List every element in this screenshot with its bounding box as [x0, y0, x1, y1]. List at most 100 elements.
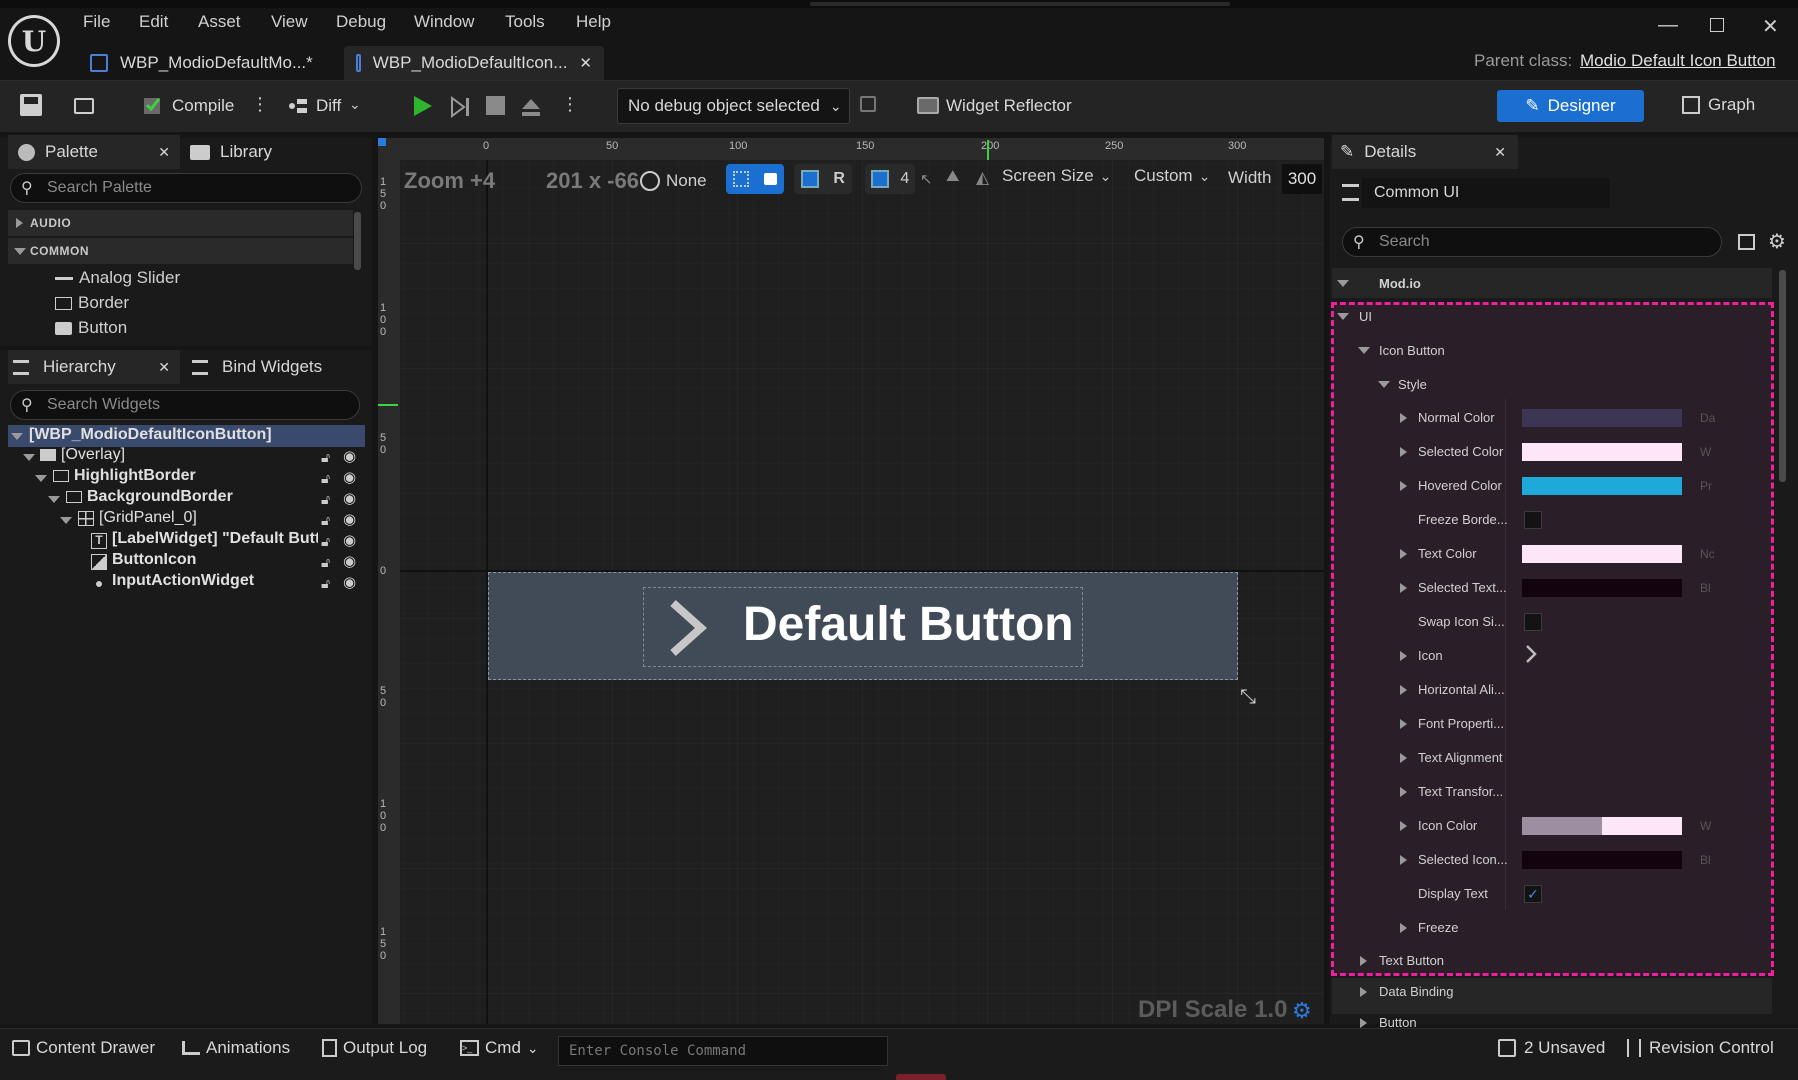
expand-icon: [16, 218, 23, 228]
overlay-icon: [40, 449, 56, 461]
hierarchy-item-background-border[interactable]: BackgroundBorder: [87, 488, 233, 506]
menu-edit[interactable]: Edit: [139, 12, 168, 32]
restore-icon[interactable]: [1710, 18, 1724, 32]
table-view-icon[interactable]: [1738, 234, 1755, 250]
window-drag-handle[interactable]: [810, 2, 1230, 6]
hierarchy-item-button-icon[interactable]: ButtonIcon: [112, 551, 196, 569]
screen-size-dropdown[interactable]: Screen Size ⌄: [1002, 166, 1111, 186]
palette-item-analog-slider[interactable]: Analog Slider: [55, 268, 180, 288]
cmd-dropdown[interactable]: >_ Cmd ⌄: [460, 1038, 539, 1058]
palette-tab[interactable]: Palette ✕: [8, 135, 180, 169]
unlock-icon[interactable]: 🔓︎: [321, 512, 330, 529]
compile-options-icon[interactable]: ⋮: [251, 94, 269, 115]
dpi-settings-gear-icon[interactable]: ⚙: [1292, 998, 1312, 1024]
tab-default-icon-button[interactable]: WBP_ModioDefaultIcon... ✕: [344, 46, 604, 80]
respect-locks-toggle[interactable]: R: [794, 164, 852, 194]
visibility-icon[interactable]: ◉: [343, 510, 356, 528]
visibility-icon[interactable]: ◉: [343, 573, 356, 591]
hierarchy-item-highlight-border[interactable]: HighlightBorder: [74, 467, 196, 485]
hierarchy-item-label-widget[interactable]: [LabelWidget] "Default Butt: [112, 530, 318, 548]
width-input[interactable]: 300: [1282, 164, 1322, 194]
resize-handle-icon[interactable]: ⤡: [1240, 686, 1256, 709]
category-audio[interactable]: AUDIO: [8, 210, 353, 236]
hierarchy-item-grid-panel[interactable]: [GridPanel_0]: [99, 509, 197, 527]
library-tab[interactable]: Library: [190, 135, 272, 169]
section-button-label[interactable]: Button: [1379, 1015, 1417, 1027]
unlock-icon[interactable]: 🔓︎: [321, 533, 330, 550]
category-common[interactable]: COMMON: [8, 238, 353, 264]
compile-button[interactable]: Compile: [172, 96, 234, 116]
unlock-icon[interactable]: 🔓︎: [321, 449, 330, 466]
search-widgets-input[interactable]: ⚲ Search Widgets: [10, 390, 360, 420]
revision-control-button[interactable]: Revision Control: [1627, 1038, 1774, 1058]
tab-default-mod[interactable]: WBP_ModioDefaultMo...*: [78, 46, 328, 80]
close-palette-icon[interactable]: ✕: [158, 144, 170, 161]
localization-preview-button[interactable]: None: [640, 166, 720, 196]
palette-item-button[interactable]: Button: [55, 318, 127, 338]
animations-button[interactable]: Animations: [182, 1038, 290, 1058]
flip-icon[interactable]: ◭: [976, 168, 989, 188]
unlock-icon[interactable]: 🔓︎: [321, 575, 330, 592]
visibility-icon[interactable]: ◉: [343, 552, 356, 570]
menu-file[interactable]: File: [83, 12, 110, 32]
unlock-icon[interactable]: 🔓︎: [321, 470, 330, 487]
visibility-icon[interactable]: ◉: [343, 489, 356, 507]
details-search-input[interactable]: ⚲ Search: [1342, 227, 1722, 257]
browse-folder-icon[interactable]: [74, 94, 100, 116]
hierarchy-item-overlay[interactable]: [Overlay]: [61, 446, 125, 464]
bind-widgets-tab[interactable]: Bind Widgets: [192, 350, 322, 384]
play-options-icon[interactable]: ⋮: [561, 94, 579, 115]
custom-size-dropdown[interactable]: Custom ⌄: [1134, 166, 1210, 186]
palette-item-border[interactable]: Border: [55, 293, 129, 313]
search-palette-input[interactable]: ⚲ Search Palette: [10, 173, 362, 203]
stop-icon[interactable]: [486, 96, 505, 115]
grid-snap-toggle[interactable]: 4: [865, 164, 915, 194]
palette-scrollbar[interactable]: [354, 212, 361, 270]
close-hierarchy-icon[interactable]: ✕: [158, 359, 170, 376]
button-icon: [55, 321, 72, 335]
selection-lock-toggle[interactable]: [726, 164, 784, 194]
unreal-logo-icon[interactable]: U: [8, 15, 60, 67]
diff-button[interactable]: Diff: [316, 96, 341, 116]
output-log-button[interactable]: Output Log: [322, 1038, 427, 1058]
step-icon[interactable]: [450, 96, 472, 118]
unsaved-button[interactable]: 2 Unsaved: [1498, 1038, 1605, 1058]
button-preview[interactable]: Default Button: [488, 572, 1238, 680]
cursor-icon[interactable]: ↖: [920, 170, 933, 188]
designer-mode-button[interactable]: ✎ Designer: [1497, 90, 1644, 122]
class-name-field[interactable]: Common UI: [1362, 178, 1610, 208]
menu-tools[interactable]: Tools: [505, 12, 545, 32]
menu-debug[interactable]: Debug: [336, 12, 386, 32]
details-scrollbar[interactable]: [1779, 270, 1786, 482]
close-tab-icon[interactable]: ✕: [579, 54, 592, 72]
widget-reflector-button[interactable]: Widget Reflector: [946, 96, 1072, 116]
unlock-icon[interactable]: 🔓︎: [321, 491, 330, 508]
hierarchy-item-input-action-widget[interactable]: InputActionWidget: [112, 572, 254, 590]
visibility-icon[interactable]: ◉: [343, 531, 356, 549]
parent-class-link[interactable]: Modio Default Icon Button: [1580, 51, 1776, 71]
debug-filter-icon[interactable]: [860, 96, 882, 116]
hierarchy-tab[interactable]: Hierarchy ✕: [8, 350, 180, 384]
visibility-icon[interactable]: ◉: [343, 468, 356, 486]
save-icon[interactable]: [20, 94, 42, 116]
menu-window[interactable]: Window: [414, 12, 474, 32]
menu-view[interactable]: View: [271, 12, 308, 32]
details-tab[interactable]: ✎ Details ✕: [1332, 135, 1518, 169]
settings-gear-icon[interactable]: ⚙: [1768, 229, 1786, 254]
eject-icon[interactable]: [520, 96, 542, 118]
content-drawer-button[interactable]: Content Drawer: [12, 1038, 155, 1058]
mountain-image-icon[interactable]: ⛰︎: [946, 168, 959, 186]
visibility-icon[interactable]: ◉: [343, 447, 356, 465]
close-window-icon[interactable]: ✕: [1762, 14, 1779, 39]
compile-icon[interactable]: [141, 93, 165, 117]
minimize-icon[interactable]: —: [1658, 14, 1678, 37]
unlock-icon[interactable]: 🔓︎: [321, 554, 330, 571]
close-details-icon[interactable]: ✕: [1494, 144, 1506, 161]
debug-object-select[interactable]: No debug object selected ⌄: [617, 88, 850, 124]
console-command-input[interactable]: Enter Console Command: [558, 1036, 888, 1066]
graph-mode-button[interactable]: Graph: [1682, 95, 1755, 115]
hierarchy-root[interactable]: [WBP_ModioDefaultIconButton]: [29, 426, 272, 444]
play-icon[interactable]: [412, 94, 434, 118]
menu-help[interactable]: Help: [576, 12, 611, 32]
menu-asset[interactable]: Asset: [198, 12, 241, 32]
